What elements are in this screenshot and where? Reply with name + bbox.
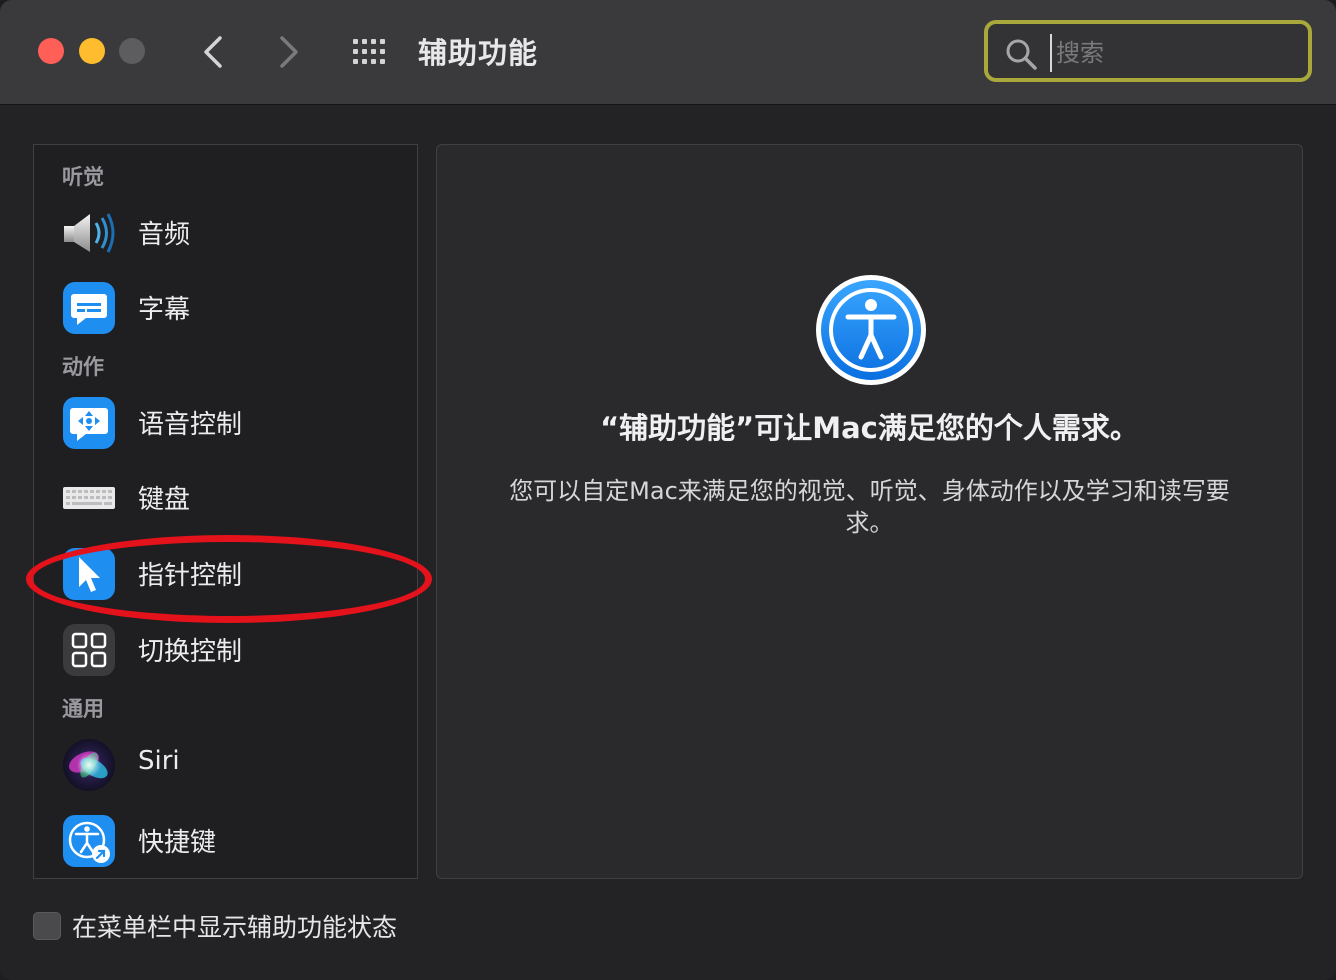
grid-icon	[353, 39, 385, 64]
back-button[interactable]	[196, 32, 232, 72]
section-header-hearing: 听觉	[62, 165, 104, 189]
sidebar-item-audio[interactable]: 音频	[34, 197, 417, 267]
sidebar-item-label: 键盘	[138, 485, 191, 515]
sidebar-item-label: 指针控制	[138, 561, 243, 591]
content-pane: “辅助功能”可让Mac满足您的个人需求。 您可以自定Mac来满足您的视觉、听觉、…	[436, 144, 1303, 879]
pointer-icon	[63, 548, 115, 600]
sidebar-item-pointer-control[interactable]: 指针控制	[34, 538, 417, 608]
sidebar-item-keyboard[interactable]: 键盘	[34, 462, 417, 532]
siri-icon	[63, 739, 115, 791]
sidebar-item-label: 音频	[138, 220, 191, 250]
section-header-general: 通用	[62, 697, 104, 721]
preferences-window: 辅助功能 听觉 音频	[0, 0, 1336, 980]
sidebar-item-label: Siri	[138, 746, 180, 776]
sidebar-item-switch-control[interactable]: 切换控制	[34, 614, 417, 684]
speaker-icon	[64, 213, 115, 253]
show-all-button[interactable]	[350, 36, 390, 68]
forward-button[interactable]	[270, 32, 306, 72]
minimize-window-button[interactable]	[79, 38, 105, 64]
sidebar-item-voice-control[interactable]: 语音控制	[34, 387, 417, 457]
window-title: 辅助功能	[418, 36, 539, 70]
sidebar-item-label: 语音控制	[138, 410, 243, 440]
switch-control-icon	[63, 624, 115, 676]
section-header-motor: 动作	[62, 355, 104, 379]
title-bar: 辅助功能	[0, 0, 1336, 105]
sidebar-item-label: 字幕	[138, 295, 191, 325]
zoom-window-button[interactable]	[119, 38, 145, 64]
welcome-headline: “辅助功能”可让Mac满足您的个人需求。	[600, 411, 1139, 445]
shortcut-icon	[63, 815, 115, 867]
search-field[interactable]	[984, 20, 1312, 82]
search-icon	[1006, 39, 1037, 70]
menu-bar-status-checkbox[interactable]	[33, 912, 61, 940]
close-window-button[interactable]	[38, 38, 64, 64]
welcome-description: 您可以自定Mac来满足您的视觉、听觉、身体动作以及学习和读写要求。	[509, 477, 1230, 537]
sidebar-item-captions[interactable]: 字幕	[34, 272, 417, 342]
chevron-right-icon	[280, 36, 298, 68]
sidebar-item-shortcut[interactable]: 快捷键	[34, 805, 417, 875]
search-input[interactable]	[1050, 34, 1298, 72]
sidebar-item-siri[interactable]: Siri	[34, 729, 417, 799]
accessibility-icon	[816, 275, 926, 385]
voice-control-icon	[63, 397, 115, 449]
chevron-left-icon	[204, 36, 222, 68]
sidebar-item-label: 快捷键	[138, 828, 217, 858]
captions-icon	[63, 282, 115, 334]
keyboard-icon	[63, 487, 115, 509]
sidebar-item-label: 切换控制	[138, 637, 243, 667]
sidebar-list: 听觉 音频 字幕 动作 语音控制 键盘 指针控制 切换控制 通用 Siri 快捷…	[33, 144, 418, 879]
menu-bar-status-label: 在菜单栏中显示辅助功能状态	[72, 913, 398, 942]
